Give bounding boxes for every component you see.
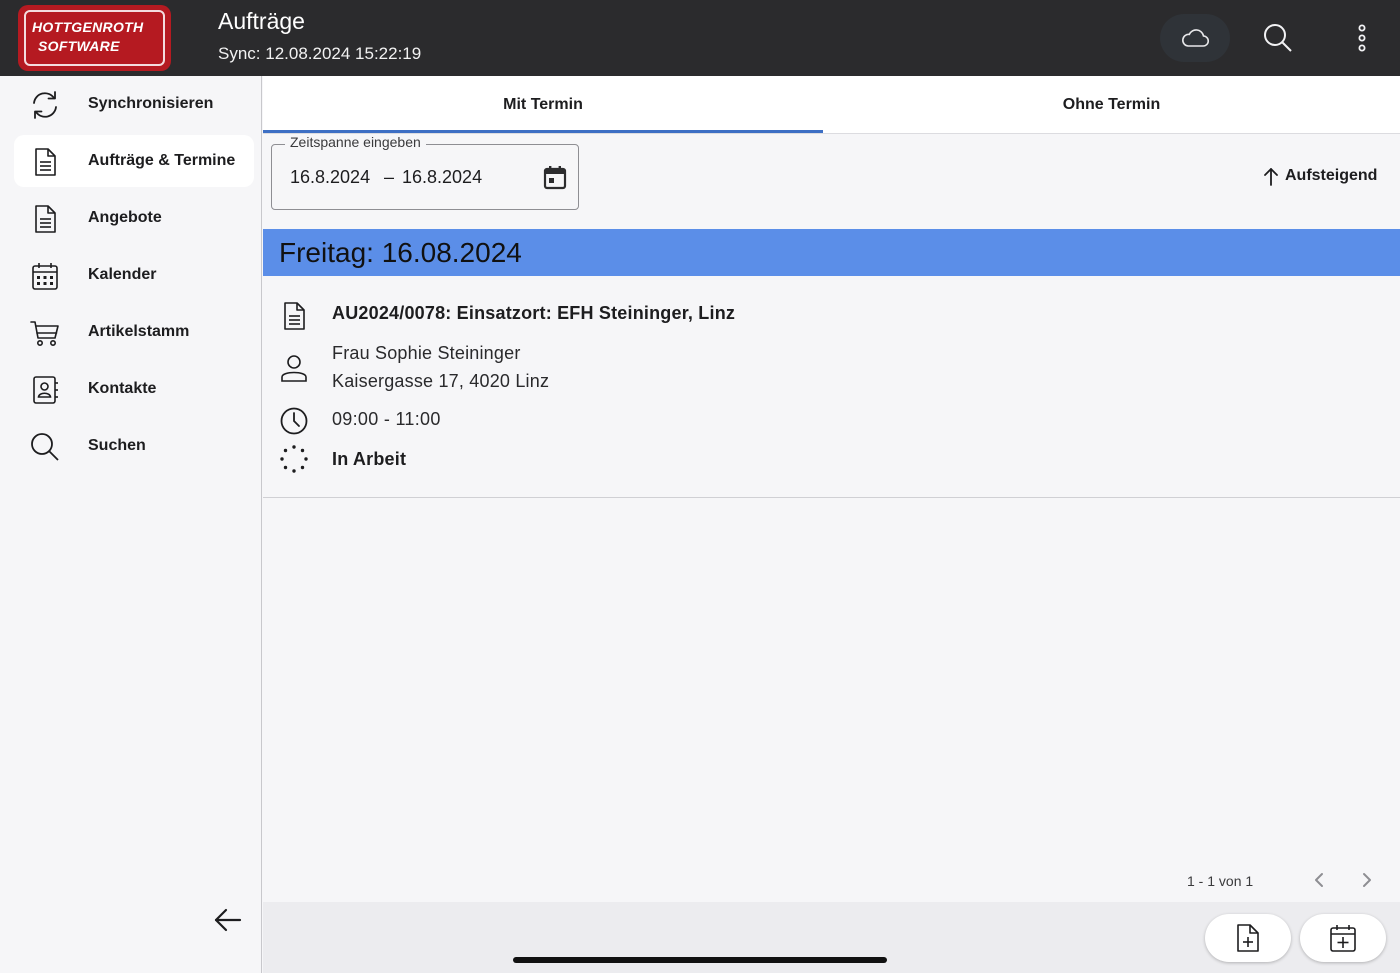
sidebar-item-label: Aufträge & Termine bbox=[88, 152, 236, 169]
sidebar-item-angebote[interactable]: Angebote bbox=[14, 192, 254, 244]
date-range-separator: – bbox=[384, 167, 395, 187]
new-order-button[interactable] bbox=[1205, 914, 1291, 962]
calendar-icon bbox=[32, 263, 58, 290]
sort-order-button[interactable]: Aufsteigend bbox=[1263, 164, 1377, 188]
new-document-icon bbox=[1237, 924, 1259, 952]
chevron-left-icon[interactable] bbox=[1307, 868, 1331, 892]
person-icon bbox=[281, 355, 307, 382]
sidebar-item-suchen[interactable]: Suchen bbox=[14, 420, 254, 472]
sidebar-item-synchronisieren[interactable]: Synchronisieren bbox=[14, 78, 254, 130]
arrow-up-icon bbox=[1264, 168, 1278, 186]
more-options-button[interactable] bbox=[1338, 14, 1386, 62]
date-range-end[interactable]: 16.8.2024 bbox=[402, 167, 482, 188]
sidebar-item-kontakte[interactable]: Kontakte bbox=[14, 363, 254, 415]
new-appointment-button[interactable] bbox=[1300, 914, 1386, 962]
sort-order-label: Aufsteigend bbox=[1285, 167, 1378, 184]
order-title: AU2024/0078: Einsatzort: EFH Steininger,… bbox=[332, 303, 736, 323]
new-appointment-icon bbox=[1330, 925, 1356, 952]
sync-icon bbox=[33, 91, 57, 119]
cloud-icon bbox=[1182, 29, 1210, 47]
date-range-label: Zeitspanne eingeben bbox=[285, 134, 426, 150]
date-range-start[interactable]: 16.8.2024 bbox=[290, 167, 370, 188]
clock-icon bbox=[280, 407, 308, 435]
page-title: Aufträge bbox=[218, 8, 305, 34]
more-vertical-icon bbox=[1358, 24, 1366, 52]
tab-indicator bbox=[263, 130, 823, 133]
logo-line-2: Software bbox=[38, 38, 120, 54]
sidebar: Synchronisieren Aufträge & Termine Angeb… bbox=[0, 76, 262, 973]
contact-name: Frau Sophie Steininger bbox=[332, 343, 521, 363]
search-icon bbox=[31, 433, 59, 461]
top-app-bar: Hottgenroth Software Aufträge Sync: 12.0… bbox=[0, 0, 1400, 76]
order-list-item[interactable]: AU2024/0078: Einsatzort: EFH Steininger,… bbox=[263, 276, 1400, 498]
day-group-title: Freitag: 16.08.2024 bbox=[279, 237, 522, 268]
sidebar-item-auftraege-termine[interactable]: Aufträge & Termine bbox=[14, 135, 254, 187]
cloud-sync-button[interactable] bbox=[1160, 14, 1230, 62]
appointment-time: 09:00 - 11:00 bbox=[332, 409, 441, 429]
tab-ohne-termin[interactable]: Ohne Termin bbox=[823, 76, 1400, 134]
main-content: Mit Termin Ohne Termin Zeitspanne eingeb… bbox=[263, 76, 1400, 973]
search-button[interactable] bbox=[1254, 14, 1302, 62]
order-status: In Arbeit bbox=[332, 449, 407, 469]
paginator: 1 - 1 von 1 bbox=[263, 866, 1400, 896]
document-icon bbox=[35, 205, 56, 233]
company-logo: Hottgenroth Software bbox=[18, 5, 171, 71]
chevron-right-icon[interactable] bbox=[1355, 868, 1379, 892]
day-group-header: Freitag: 16.08.2024 bbox=[263, 229, 1400, 276]
sidebar-item-artikelstamm[interactable]: Artikelstamm bbox=[14, 306, 254, 358]
sync-status: Sync: 12.08.2024 15:22:19 bbox=[218, 44, 422, 63]
arrow-left-icon bbox=[214, 908, 242, 932]
sidebar-item-label: Synchronisieren bbox=[88, 95, 214, 112]
collapse-sidebar-button[interactable] bbox=[208, 902, 248, 938]
sidebar-item-label: Kalender bbox=[88, 266, 157, 283]
document-icon bbox=[35, 148, 56, 176]
search-icon bbox=[1264, 24, 1292, 52]
date-range-field[interactable]: Zeitspanne eingeben 16.8.2024 – 16.8.202… bbox=[271, 134, 579, 210]
sidebar-item-label: Artikelstamm bbox=[88, 323, 190, 340]
sidebar-item-label: Angebote bbox=[88, 209, 162, 226]
cart-icon bbox=[30, 321, 59, 346]
sidebar-item-label: Kontakte bbox=[88, 380, 157, 397]
page-range-label: 1 - 1 von 1 bbox=[1187, 873, 1254, 889]
contact-book-icon bbox=[33, 376, 58, 404]
document-icon bbox=[284, 302, 305, 330]
tab-bar: Mit Termin Ohne Termin bbox=[263, 76, 1400, 134]
tab-mit-termin[interactable]: Mit Termin bbox=[263, 76, 823, 134]
sidebar-item-kalender[interactable]: Kalender bbox=[14, 249, 254, 301]
contact-address: Kaisergasse 17, 4020 Linz bbox=[332, 371, 550, 391]
calendar-icon[interactable] bbox=[542, 164, 568, 190]
in-progress-icon bbox=[280, 445, 308, 473]
logo-line-1: Hottgenroth bbox=[32, 19, 144, 35]
sidebar-item-label: Suchen bbox=[88, 437, 146, 454]
home-indicator bbox=[513, 957, 887, 963]
